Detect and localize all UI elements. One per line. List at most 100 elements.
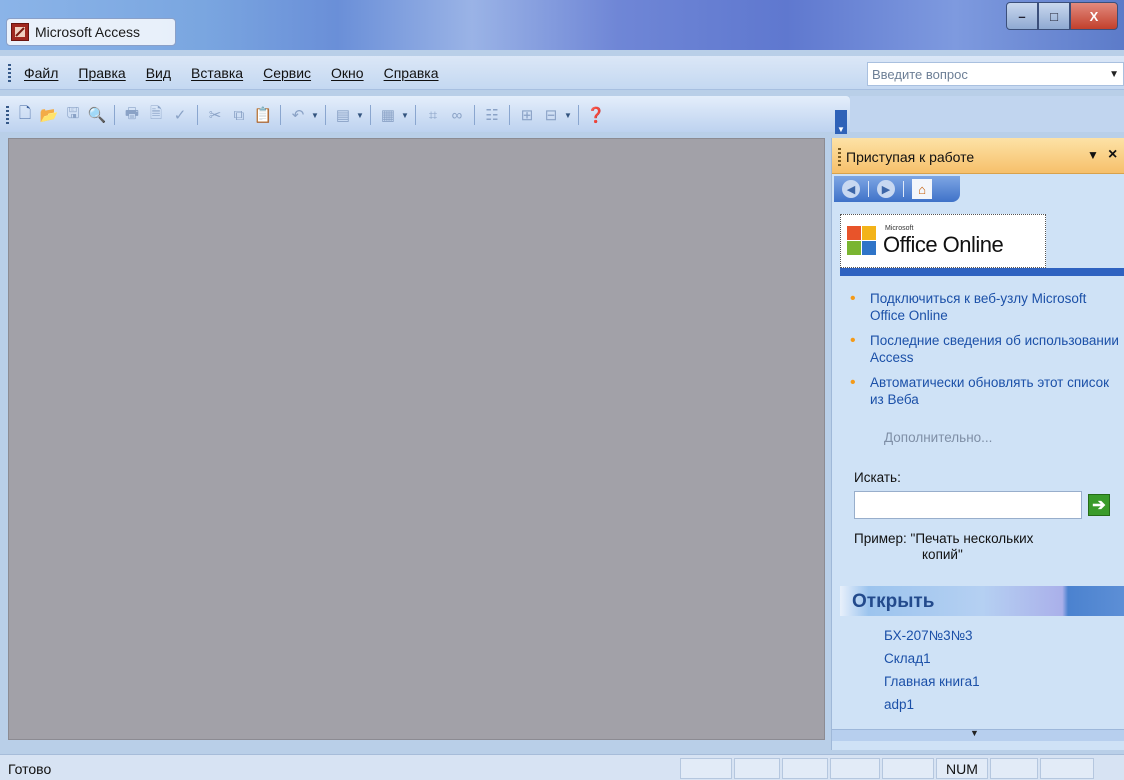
office-online-links: Подключиться к веб-узлу Microsoft Office… bbox=[850, 290, 1120, 416]
new-table-icon[interactable]: ⊟ bbox=[540, 104, 562, 126]
recent-file[interactable]: adp1 bbox=[884, 697, 980, 720]
status-indicator bbox=[734, 758, 780, 779]
office-logo-icon bbox=[847, 226, 877, 256]
task-pane-title[interactable]: Приступая к работе bbox=[846, 149, 974, 165]
menu-edit[interactable]: Правка bbox=[78, 65, 125, 81]
toolbar-separator bbox=[280, 105, 281, 125]
toolbar-separator bbox=[509, 105, 510, 125]
toolbar-separator bbox=[197, 105, 198, 125]
paste-icon[interactable]: 📋 bbox=[252, 104, 274, 126]
recent-file[interactable]: Главная книга1 bbox=[884, 674, 980, 697]
home-icon[interactable]: ⌂ bbox=[912, 179, 932, 199]
status-indicator bbox=[830, 758, 880, 779]
arrow-right-icon: ➔ bbox=[1092, 497, 1106, 514]
office-links-dropdown-icon[interactable]: ▼ bbox=[356, 111, 364, 120]
task-pane-grip-handle[interactable] bbox=[838, 148, 841, 166]
mdi-workspace[interactable] bbox=[8, 138, 825, 740]
properties-icon[interactable]: ☷ bbox=[481, 104, 503, 126]
status-indicator bbox=[882, 758, 934, 779]
menu-items: Файл Правка Вид Вставка Сервис Окно Спра… bbox=[24, 65, 439, 81]
more-link[interactable]: Дополнительно... bbox=[884, 430, 992, 445]
link-auto-update[interactable]: Автоматически обновлять этот список из В… bbox=[850, 374, 1120, 408]
cut-icon[interactable]: ✂ bbox=[204, 104, 226, 126]
close-icon: X bbox=[1089, 8, 1099, 24]
status-text: Готово bbox=[8, 761, 52, 777]
task-pane-scroll[interactable]: ▼ bbox=[832, 728, 1124, 741]
toolbar-grip-handle[interactable] bbox=[6, 106, 9, 124]
undo-icon[interactable]: ↶ bbox=[287, 104, 309, 126]
print-preview-icon[interactable]: 🗎 bbox=[145, 104, 167, 126]
code-icon[interactable]: ⌗ bbox=[422, 104, 444, 126]
link-latest-news[interactable]: Последние сведения об использовании Acce… bbox=[850, 332, 1120, 366]
toolbar-separator bbox=[415, 105, 416, 125]
nav-separator bbox=[903, 181, 904, 197]
toolbar-buttons: 🗋 📂 🖫 🔍 🖶 🗎 ✓ ✂ ⧉ 📋 ↶ ▼ ▤ ▼ ▦ ▼ ⌗ ∞ ☷ ⊞ … bbox=[14, 104, 607, 126]
minimize-icon: – bbox=[1018, 8, 1026, 24]
back-icon[interactable]: ◀ bbox=[842, 180, 860, 198]
ask-question-placeholder: Введите вопрос bbox=[872, 66, 968, 82]
save-icon[interactable]: 🖫 bbox=[62, 104, 84, 126]
ask-question-box[interactable]: Введите вопрос ▼ bbox=[867, 62, 1124, 86]
menu-tools[interactable]: Сервис bbox=[263, 65, 311, 81]
menu-window[interactable]: Окно bbox=[331, 65, 364, 81]
database-toolbar: 🗋 📂 🖫 🔍 🖶 🗎 ✓ ✂ ⧉ 📋 ↶ ▼ ▤ ▼ ▦ ▼ ⌗ ∞ ☷ ⊞ … bbox=[0, 96, 850, 132]
new-object-dropdown-icon[interactable]: ▼ bbox=[564, 111, 572, 120]
toolbar-separator bbox=[474, 105, 475, 125]
open-icon[interactable]: 📂 bbox=[38, 104, 60, 126]
new-object-icon[interactable]: ⊞ bbox=[516, 104, 538, 126]
print-icon[interactable]: 🖶 bbox=[121, 104, 143, 126]
status-indicator bbox=[782, 758, 828, 779]
search-example-line1: Пример: "Печать нескольких bbox=[854, 531, 1034, 546]
office-online-logo[interactable]: Microsoft Office Online bbox=[840, 214, 1046, 268]
task-pane-menu-icon[interactable]: ▼ bbox=[1087, 148, 1099, 162]
status-indicator bbox=[1040, 758, 1094, 779]
relationships-icon[interactable]: ∞ bbox=[446, 104, 468, 126]
menu-file[interactable]: Файл bbox=[24, 65, 58, 81]
menu-grip-handle[interactable] bbox=[8, 64, 11, 82]
status-num-indicator: NUM bbox=[936, 758, 988, 779]
menu-help[interactable]: Справка bbox=[384, 65, 439, 81]
close-button[interactable]: X bbox=[1070, 2, 1118, 30]
open-section-title: Открыть bbox=[852, 591, 935, 612]
toolbar-separator bbox=[578, 105, 579, 125]
toolbar-empty-area bbox=[850, 96, 1124, 132]
analyze-dropdown-icon[interactable]: ▼ bbox=[401, 111, 409, 120]
scroll-down-icon[interactable]: ▼ bbox=[970, 728, 979, 738]
task-pane: Приступая к работе ▼ × ◀ ▶ ⌂ Microsoft O… bbox=[831, 138, 1124, 750]
file-search-icon[interactable]: 🔍 bbox=[86, 104, 108, 126]
analyze-icon[interactable]: ▦ bbox=[377, 104, 399, 126]
link-connect-office-online[interactable]: Подключиться к веб-узлу Microsoft Office… bbox=[850, 290, 1120, 324]
task-pane-header: Приступая к работе ▼ × bbox=[832, 138, 1124, 174]
toolbar-separator bbox=[114, 105, 115, 125]
logo-divider bbox=[840, 268, 1124, 276]
search-go-button[interactable]: ➔ bbox=[1088, 494, 1110, 516]
status-bar: Готово NUM bbox=[0, 754, 1124, 780]
office-logo-text: Office Online bbox=[883, 232, 1004, 257]
nav-separator bbox=[868, 181, 869, 197]
minimize-button[interactable]: – bbox=[1006, 2, 1038, 30]
title-bar[interactable]: Microsoft Access – □ X bbox=[0, 0, 1124, 50]
task-pane-nav: ◀ ▶ ⌂ bbox=[834, 176, 960, 202]
menu-view[interactable]: Вид bbox=[146, 65, 171, 81]
undo-dropdown-icon[interactable]: ▼ bbox=[311, 111, 319, 120]
copy-icon[interactable]: ⧉ bbox=[228, 104, 250, 126]
toolbar-separator bbox=[370, 105, 371, 125]
recent-file[interactable]: Склад1 bbox=[884, 651, 980, 674]
status-indicator bbox=[990, 758, 1038, 779]
help-icon[interactable]: ❓ bbox=[585, 104, 607, 126]
window-controls: – □ X bbox=[1006, 2, 1118, 30]
access-app-icon bbox=[11, 23, 29, 41]
toolbar-options-icon[interactable]: ▼ bbox=[835, 110, 847, 134]
chevron-down-icon[interactable]: ▼ bbox=[1109, 69, 1119, 80]
recent-file[interactable]: БХ-207№3№3 bbox=[884, 628, 980, 651]
office-logo-microsoft: Microsoft bbox=[885, 225, 914, 232]
maximize-button[interactable]: □ bbox=[1038, 2, 1070, 30]
forward-icon[interactable]: ▶ bbox=[877, 180, 895, 198]
task-pane-close-icon[interactable]: × bbox=[1108, 146, 1117, 164]
office-links-icon[interactable]: ▤ bbox=[332, 104, 354, 126]
recent-files-list: БХ-207№3№3 Склад1 Главная книга1 adp1 bbox=[884, 628, 980, 720]
spelling-icon[interactable]: ✓ bbox=[169, 104, 191, 126]
search-input[interactable] bbox=[854, 491, 1082, 519]
menu-insert[interactable]: Вставка bbox=[191, 65, 243, 81]
new-icon[interactable]: 🗋 bbox=[14, 104, 36, 126]
